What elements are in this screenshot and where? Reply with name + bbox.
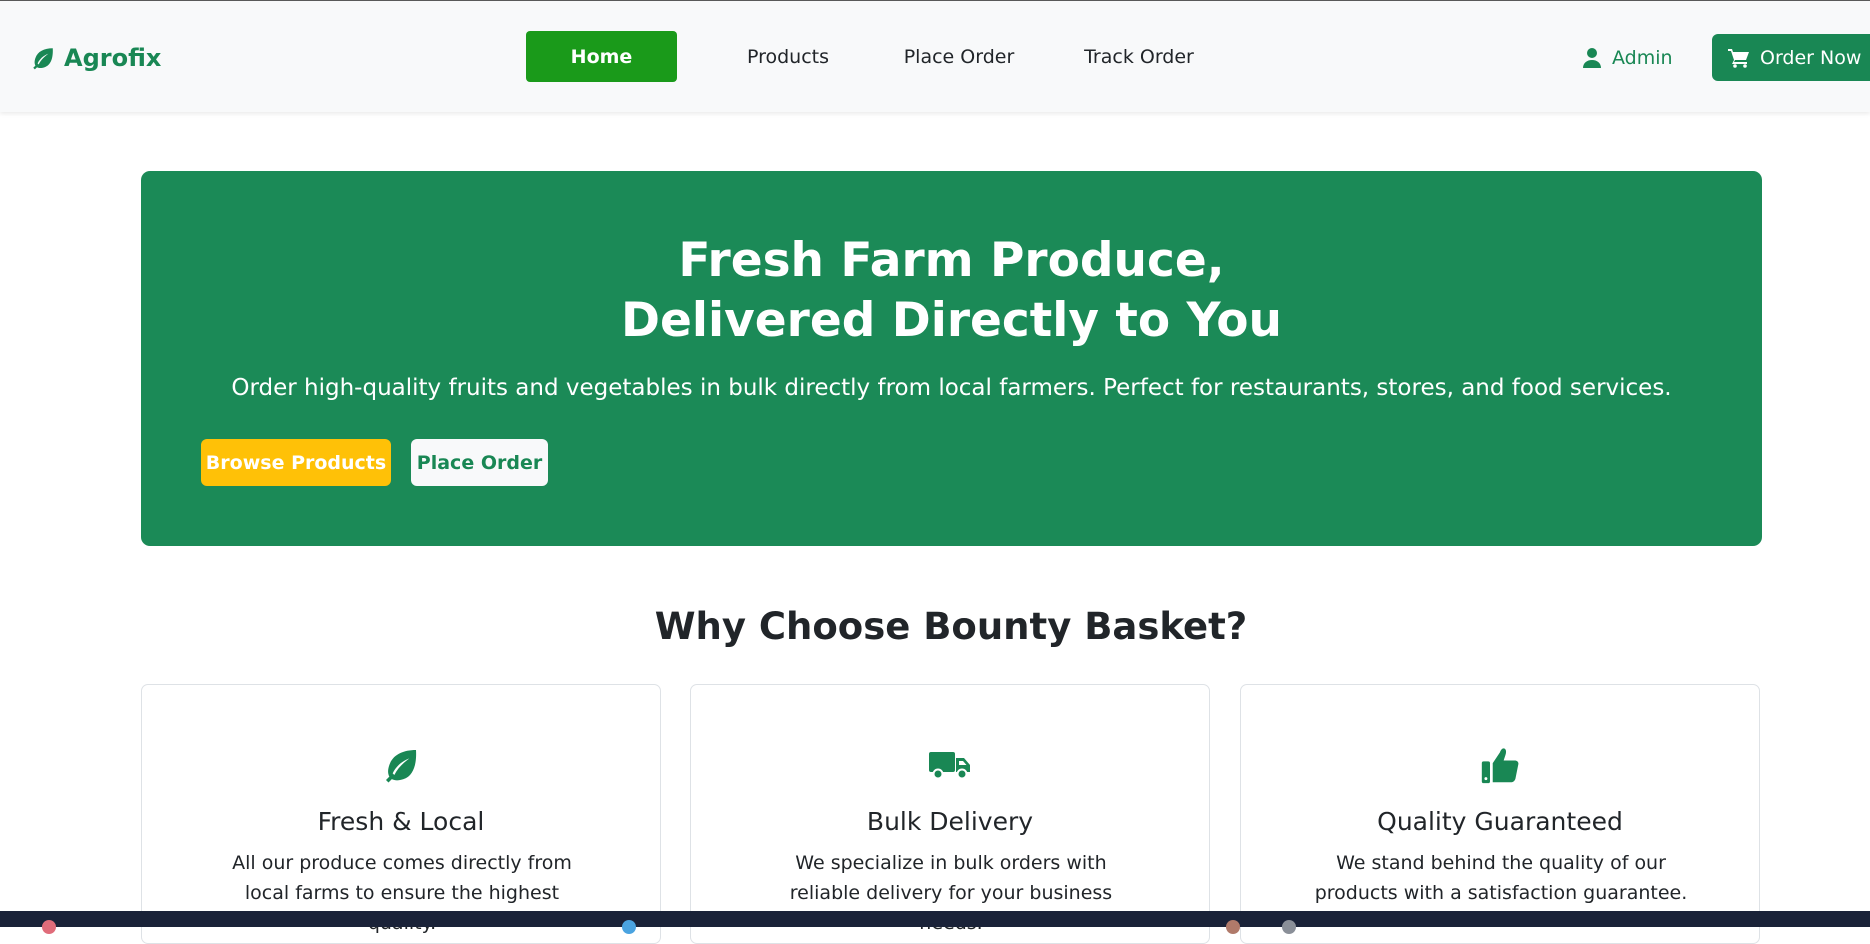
taskbar-app-icon[interactable] [1282, 920, 1296, 934]
feature-card-text: We stand behind the quality of our produ… [1314, 852, 1688, 904]
nav-link-products[interactable]: Products [713, 31, 863, 82]
admin-link[interactable]: Admin [1582, 43, 1673, 73]
feature-card-title: Fresh & Local [317, 807, 485, 836]
feature-card-fresh-local: Fresh & Local All our produce comes dire… [141, 684, 661, 944]
brand-logo[interactable]: Agrofix [30, 43, 161, 73]
taskbar-app-icon[interactable] [42, 920, 56, 934]
order-now-button[interactable]: Order Now [1712, 34, 1870, 81]
feature-card-quality-guaranteed: Quality Guaranteed We stand behind the q… [1240, 684, 1760, 944]
nav-link-place-order[interactable]: Place Order [873, 31, 1045, 82]
order-now-label: Order Now [1760, 46, 1862, 69]
taskbar-app-icon[interactable] [622, 920, 636, 934]
feature-card-bulk-delivery: Bulk Delivery We specialize in bulk orde… [690, 684, 1210, 944]
brand-name: Agrofix [64, 44, 162, 72]
why-choose-heading: Why Choose Bounty Basket? [654, 605, 1248, 648]
main-nav: Home Products Place Order Track Order [526, 31, 1225, 82]
truck-icon [929, 752, 970, 780]
os-taskbar [0, 911, 1870, 934]
feature-card-title: Bulk Delivery [866, 807, 1034, 836]
hero-subtitle: Order high-quality fruits and vegetables… [231, 375, 1672, 401]
thumbs-up-icon [1481, 748, 1519, 784]
nav-link-track-order[interactable]: Track Order [1053, 31, 1225, 82]
top-navbar: Agrofix Home Products Place Order Track … [0, 1, 1870, 112]
leaf-icon [386, 750, 417, 783]
cart-icon [1728, 48, 1749, 68]
hero-title-line-1: Fresh Farm Produce, [678, 233, 1225, 288]
hero-title-line-2: Delivered Directly to You [621, 293, 1282, 348]
hero-title: Fresh Farm Produce, Delivered Directly t… [141, 231, 1762, 351]
place-order-button[interactable]: Place Order [411, 439, 548, 486]
nav-link-home[interactable]: Home [526, 31, 677, 82]
taskbar-app-icon[interactable] [1226, 920, 1240, 934]
user-icon [1583, 48, 1601, 68]
feature-card-title: Quality Guaranteed [1377, 807, 1623, 836]
leaf-icon [33, 48, 53, 70]
admin-label: Admin [1612, 47, 1673, 69]
browse-products-button[interactable]: Browse Products [201, 439, 391, 486]
hero-banner: Fresh Farm Produce, Delivered Directly t… [141, 171, 1762, 546]
